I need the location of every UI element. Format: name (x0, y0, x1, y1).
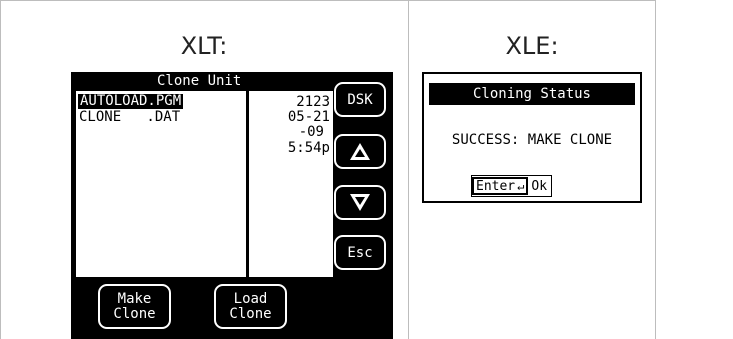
load-clone-button[interactable]: Load Clone (214, 284, 287, 329)
ok-label: Ok (531, 178, 548, 194)
scroll-down-button[interactable] (334, 185, 386, 220)
xle-screen-title: Cloning Status (429, 83, 635, 105)
make-clone-label-line1: Make (117, 291, 152, 307)
xlt-cell: XLT: Clone Unit AUTOLOAD.PGM CLONE .DAT … (0, 0, 409, 339)
enter-key: Enter ↵ (472, 177, 529, 195)
esc-button[interactable]: Esc (334, 235, 386, 270)
make-clone-button[interactable]: Make Clone (98, 284, 171, 329)
xle-heading: XLE: (505, 32, 559, 60)
file-info-line: 05-21 (287, 109, 330, 125)
xlt-screen: Clone Unit AUTOLOAD.PGM CLONE .DAT 2123 … (71, 72, 393, 339)
enter-key-label: Enter (476, 178, 516, 194)
triangle-down-icon (350, 194, 370, 211)
return-arrow-icon: ↵ (517, 179, 525, 193)
file-list[interactable]: AUTOLOAD.PGM CLONE .DAT (76, 91, 246, 277)
dsk-button[interactable]: DSK (334, 82, 386, 117)
dsk-button-label: DSK (347, 91, 373, 108)
file-info-line: 5:54p (287, 140, 330, 156)
xlt-heading: XLT: (180, 32, 228, 60)
status-message: SUCCESS: MAKE CLONE (451, 132, 613, 148)
file-info-panel: 2123 05-21 -09 5:54p (249, 91, 333, 277)
load-clone-label-line2: Clone (229, 306, 272, 322)
make-clone-label-line2: Clone (113, 306, 156, 322)
scroll-up-button[interactable] (334, 134, 386, 169)
xlt-screen-title: Clone Unit (157, 73, 242, 89)
triangle-up-icon (350, 143, 370, 160)
enter-ok-button[interactable]: Enter ↵ Ok (471, 175, 553, 197)
load-clone-label-line1: Load (233, 291, 268, 307)
file-item-clone[interactable]: CLONE .DAT (79, 110, 180, 125)
esc-button-label: Esc (347, 244, 373, 261)
file-item-autoload[interactable]: AUTOLOAD.PGM (78, 94, 184, 109)
xle-cell: XLE: Cloning Status SUCCESS: MAKE CLONE … (409, 0, 656, 339)
xle-screen: Cloning Status SUCCESS: MAKE CLONE Enter… (422, 72, 642, 203)
file-info-line: -09 (298, 124, 324, 140)
file-info-line: 2123 (296, 94, 330, 110)
